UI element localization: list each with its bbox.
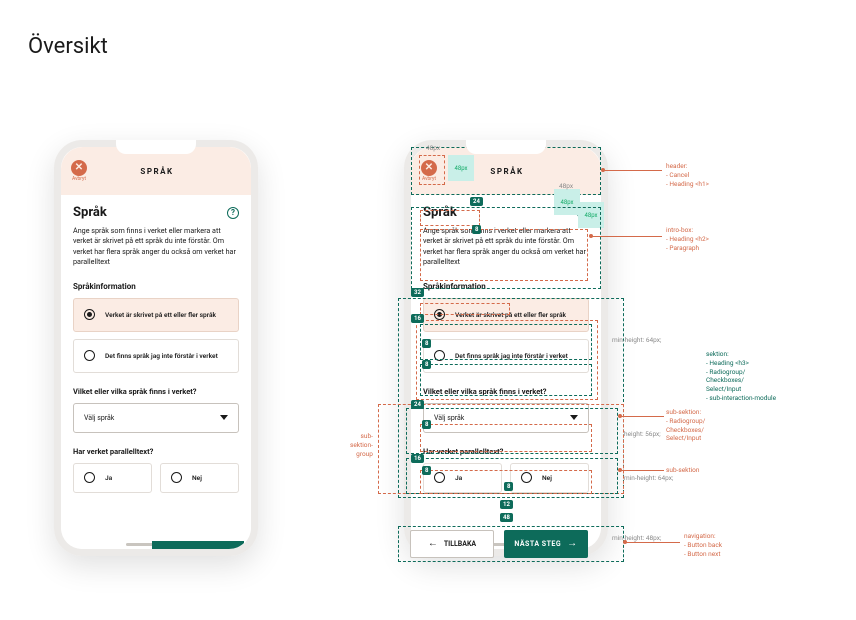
radio-icon — [434, 350, 445, 361]
language-select[interactable]: Välj språk — [423, 403, 589, 433]
radio-option-written[interactable]: Verket är skrivet på ett eller fler språ… — [423, 298, 589, 332]
annotation-sub-group: sub- sektion- group — [350, 432, 373, 458]
question-which-language: Vilket eller vilka språk finns i verket? — [73, 387, 239, 396]
radio-label: Verket är skrivet på ett eller fler språ… — [105, 311, 216, 319]
radio-option-no[interactable]: Nej — [510, 463, 589, 493]
note-h56: height: 56px; — [624, 430, 661, 439]
radio-option-no[interactable]: Nej — [160, 463, 239, 493]
phone-preview-left: ✕ Avbryt SPRÅK Språk ? Ange språk som fi… — [54, 140, 258, 556]
radio-option-written[interactable]: Verket är skrivet på ett eller fler språ… — [73, 298, 239, 332]
radio-icon — [84, 309, 95, 320]
back-button[interactable]: ← TILLBAKA — [410, 530, 494, 558]
annotation-nav: navigation: - Button back - Button next — [684, 532, 722, 558]
back-label: TILLBAKA — [444, 540, 476, 548]
radio-option-unknown[interactable]: Det finns språk jag inte förstår i verke… — [423, 339, 589, 373]
chevron-down-icon — [220, 415, 228, 420]
arrow-right-icon: → — [567, 539, 578, 549]
select-placeholder: Välj språk — [84, 414, 114, 422]
help-icon[interactable]: ? — [577, 207, 589, 219]
header-title: SPRÅK — [423, 167, 591, 176]
radio-label: Det finns språk jag inte förstår i verke… — [455, 352, 568, 360]
radio-icon — [171, 472, 182, 483]
radio-label: Nej — [192, 474, 202, 482]
label-48px: 48px — [426, 144, 440, 153]
intro-paragraph: Ange språk som finns i verket eller mark… — [423, 226, 589, 268]
label-48px: 48px — [559, 182, 573, 191]
select-placeholder: Välj språk — [434, 414, 464, 422]
radio-option-unknown[interactable]: Det finns språk jag inte förstår i verke… — [73, 339, 239, 373]
page-title: Översikt — [28, 34, 108, 59]
header-title: SPRÅK — [73, 167, 241, 176]
question-parallel-text: Har verket parallelltext? — [73, 447, 239, 456]
note-minh64: min-height: 64px; — [624, 474, 673, 483]
radio-icon — [434, 309, 445, 320]
radio-option-yes[interactable]: Ja — [73, 463, 152, 493]
question-parallel-text: Har verket parallelltext? — [423, 447, 589, 456]
navigation-row: ← TILLBAKA NÄSTA STEG → — [410, 530, 588, 558]
annotation-sub1: sub-sektion: - Radiogroup/ Checkboxes/ S… — [666, 408, 705, 443]
radio-label: Det finns språk jag inte förstår i verke… — [105, 352, 218, 360]
section-heading: Språk — [423, 205, 457, 220]
section-heading: Språk — [73, 205, 107, 220]
radio-icon — [521, 472, 532, 483]
next-label: NÄSTA STEG — [514, 540, 561, 548]
subsection-heading: Språkinformation — [73, 282, 239, 291]
radio-label: Nej — [542, 474, 552, 482]
radio-label: Ja — [455, 474, 462, 482]
annotation-sektion: sektion: - Heading <h3> - Radiogroup/ Ch… — [706, 350, 776, 403]
radio-option-yes[interactable]: Ja — [423, 463, 502, 493]
radio-icon — [84, 350, 95, 361]
subsection-heading: Språkinformation — [423, 282, 589, 291]
arrow-left-icon: ← — [428, 539, 438, 549]
radio-label: Ja — [105, 474, 112, 482]
note-minh64: min-height: 64px; — [612, 336, 661, 345]
cancel-label: Avbryt — [422, 176, 436, 182]
cancel-label: Avbryt — [72, 176, 86, 182]
intro-paragraph: Ange språk som finns i verket eller mark… — [73, 226, 239, 268]
radio-label: Verket är skrivet på ett eller fler språ… — [455, 311, 566, 319]
radio-icon — [84, 472, 95, 483]
radio-icon — [434, 472, 445, 483]
app-header: ✕ Avbryt SPRÅK — [61, 147, 251, 195]
annotation-intro: intro-box: - Heading <h2> - Paragraph — [666, 226, 709, 252]
language-select[interactable]: Välj språk — [73, 403, 239, 433]
help-icon[interactable]: ? — [227, 207, 239, 219]
bottom-accent — [152, 541, 244, 549]
annotation-sub2: sub-sektion — [666, 466, 699, 475]
question-which-language: Vilket eller vilka språk finns i verket? — [423, 387, 589, 396]
annotation-header: header: - Cancel - Heading <h1> — [666, 162, 709, 188]
chevron-down-icon — [570, 415, 578, 420]
next-button[interactable]: NÄSTA STEG → — [504, 530, 588, 558]
phone-preview-right: ✕ Avbryt SPRÅK Språk ? Ange språk som fi… — [404, 140, 608, 556]
